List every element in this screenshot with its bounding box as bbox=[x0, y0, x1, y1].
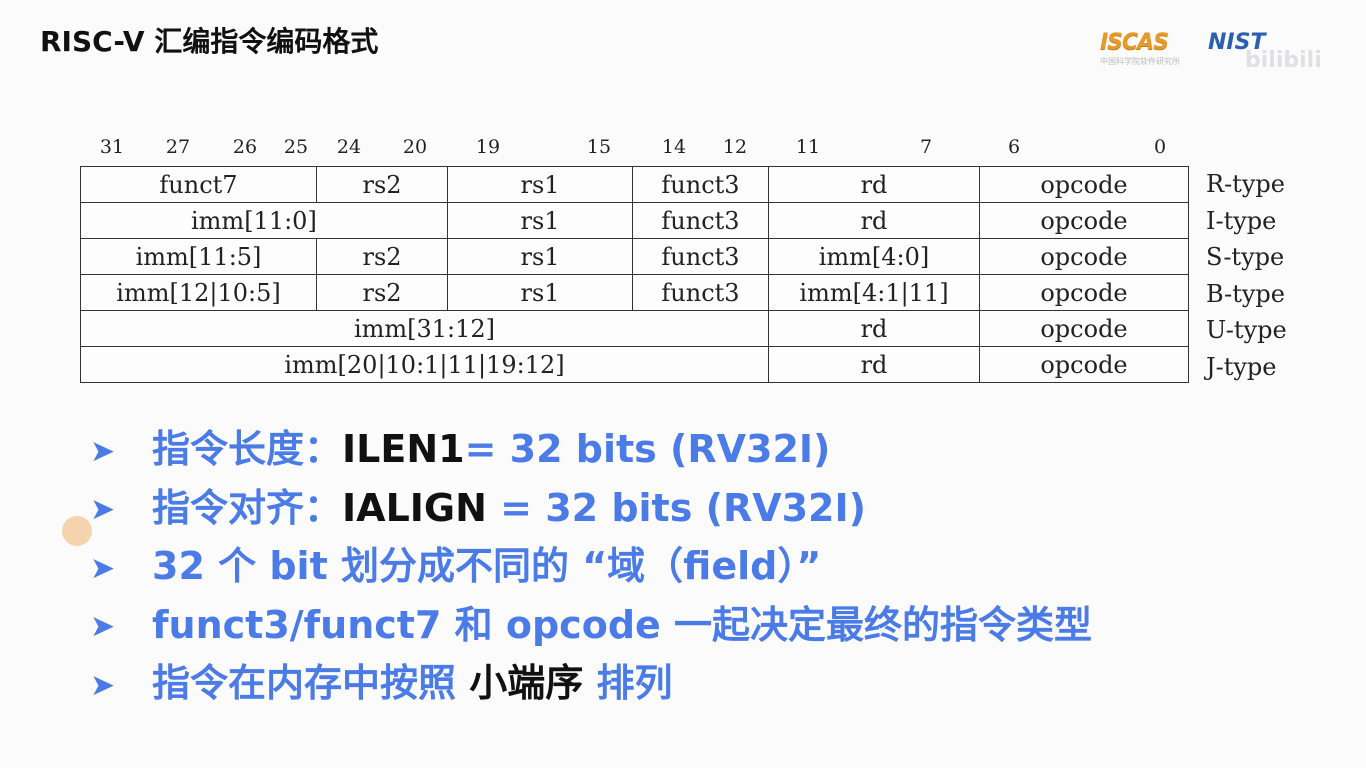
field-cell: funct7 bbox=[80, 166, 317, 203]
logo-group: ISCAS NIST bilibili 中国科学院软件研究所 bbox=[1100, 30, 1330, 73]
field-cell: rs1 bbox=[447, 238, 633, 275]
table-row-j-type: imm[20|10:1|11|19:12] rd opcode bbox=[80, 346, 1189, 383]
arrow-right-icon: ➤ bbox=[90, 492, 116, 527]
field-cell: opcode bbox=[979, 310, 1189, 347]
arrow-right-icon: ➤ bbox=[90, 609, 116, 644]
table-row-u-type: imm[31:12] rd opcode bbox=[80, 310, 1189, 347]
arrow-right-icon: ➤ bbox=[90, 550, 116, 586]
field-cell: imm[11:5] bbox=[80, 238, 317, 275]
bit-label: 25 bbox=[283, 136, 309, 158]
field-cell: opcode bbox=[979, 238, 1189, 275]
bit-label: 6 bbox=[1007, 136, 1021, 158]
field-cell: funct3 bbox=[632, 166, 769, 203]
bit-position-labels: 31 27 26 25 24 20 19 15 14 12 11 7 6 0 bbox=[0, 136, 1366, 160]
bullet-text-rest: 排列 bbox=[583, 661, 673, 705]
field-cell: opcode bbox=[979, 202, 1189, 239]
field-cell: rs2 bbox=[316, 166, 448, 203]
bullet-item: ➤ 指令长度：ILEN1= 32 bits (RV32I) bbox=[90, 420, 1092, 479]
bullet-text: funct3/funct7 和 opcode 一起决定最终的指令类型 bbox=[152, 602, 1093, 647]
bit-label: 20 bbox=[402, 136, 428, 158]
field-cell: rs2 bbox=[316, 274, 448, 311]
bullet-text: 指令长度： bbox=[152, 427, 343, 471]
bullet-item: ➤ funct3/funct7 和 opcode 一起决定最终的指令类型 bbox=[90, 596, 1092, 655]
bullet-text: 指令在内存中按照 bbox=[152, 661, 470, 705]
field-cell: imm[11:0] bbox=[80, 202, 448, 239]
type-label: U-type bbox=[1206, 316, 1287, 344]
field-cell: imm[4:0] bbox=[768, 238, 980, 275]
bit-label: 31 bbox=[99, 136, 125, 158]
bit-label: 11 bbox=[795, 136, 821, 158]
field-cell: opcode bbox=[979, 274, 1189, 311]
field-cell: rs1 bbox=[447, 166, 633, 203]
bit-label: 12 bbox=[722, 136, 748, 158]
bit-label: 7 bbox=[919, 136, 933, 158]
bit-label: 0 bbox=[1153, 136, 1167, 158]
field-cell: imm[12|10:5] bbox=[80, 274, 317, 311]
iscas-logo: ISCAS bbox=[1100, 30, 1169, 55]
table-row-s-type: imm[11:5] rs2 rs1 funct3 imm[4:0] opcode bbox=[80, 238, 1189, 275]
arrow-right-icon: ➤ bbox=[90, 667, 116, 703]
bullet-item: ➤ 指令在内存中按照 小端序 排列 bbox=[90, 654, 1092, 713]
cursor-highlight bbox=[62, 516, 92, 546]
bit-label: 24 bbox=[336, 136, 362, 158]
format-type-labels: R-type I-type S-type B-type U-type J-typ… bbox=[1206, 166, 1287, 385]
field-cell: opcode bbox=[979, 346, 1189, 383]
bullet-emphasis: ILEN1 bbox=[342, 427, 465, 471]
bit-label: 27 bbox=[165, 136, 191, 158]
bit-label: 14 bbox=[661, 136, 687, 158]
arrow-right-icon: ➤ bbox=[90, 433, 116, 469]
field-cell: rd bbox=[768, 202, 980, 239]
bullet-item: ➤ 指令对齐：IALIGN = 32 bits (RV32I) bbox=[90, 479, 1092, 538]
type-label: R-type bbox=[1206, 170, 1285, 198]
field-cell: funct3 bbox=[632, 238, 769, 275]
table-row-i-type: imm[11:0] rs1 funct3 rd opcode bbox=[80, 202, 1189, 239]
bilibili-watermark: bilibili bbox=[1245, 48, 1322, 73]
bullet-text-rest: = 32 bits (RV32I) bbox=[464, 427, 831, 471]
type-label: J-type bbox=[1206, 352, 1277, 381]
bit-label: 19 bbox=[475, 136, 501, 158]
instruction-format-table: funct7 rs2 rs1 funct3 rd opcode imm[11:0… bbox=[80, 166, 1189, 383]
type-label: I-type bbox=[1206, 206, 1277, 235]
field-cell: imm[20|10:1|11|19:12] bbox=[80, 346, 769, 383]
bullet-item: ➤ 32 个 bit 划分成不同的 “域（field）” bbox=[90, 537, 1092, 596]
bullet-text-rest: = 32 bits (RV32I) bbox=[486, 485, 866, 530]
iscas-subtitle: 中国科学院软件研究所 bbox=[1100, 57, 1180, 66]
table-row-b-type: imm[12|10:5] rs2 rs1 funct3 imm[4:1|11] … bbox=[80, 274, 1189, 311]
field-cell: imm[31:12] bbox=[80, 310, 769, 347]
bullet-emphasis: IALIGN bbox=[342, 485, 487, 530]
bullet-emphasis: 小端序 bbox=[469, 661, 584, 705]
slide-title: RISC-V 汇编指令编码格式 bbox=[40, 25, 379, 58]
field-cell: rs2 bbox=[316, 238, 448, 275]
field-cell: rs1 bbox=[447, 202, 633, 239]
field-cell: funct3 bbox=[632, 274, 769, 311]
field-cell: imm[4:1|11] bbox=[768, 274, 980, 311]
bit-label: 26 bbox=[232, 136, 258, 158]
field-cell: rd bbox=[768, 310, 980, 347]
bullet-text: 指令对齐： bbox=[152, 485, 343, 530]
field-cell: rd bbox=[768, 346, 980, 383]
type-label: S-type bbox=[1206, 243, 1285, 271]
bullet-list: ➤ 指令长度：ILEN1= 32 bits (RV32I) ➤ 指令对齐：IALIG… bbox=[90, 420, 1092, 713]
field-cell: opcode bbox=[979, 166, 1189, 203]
field-cell: rs1 bbox=[447, 274, 633, 311]
field-cell: funct3 bbox=[632, 202, 769, 239]
bit-label: 15 bbox=[586, 136, 612, 158]
table-row-r-type: funct7 rs2 rs1 funct3 rd opcode bbox=[80, 166, 1189, 203]
type-label: B-type bbox=[1206, 279, 1285, 308]
bullet-text: 32 个 bit 划分成不同的 “域（field）” bbox=[152, 544, 822, 588]
field-cell: rd bbox=[768, 166, 980, 203]
